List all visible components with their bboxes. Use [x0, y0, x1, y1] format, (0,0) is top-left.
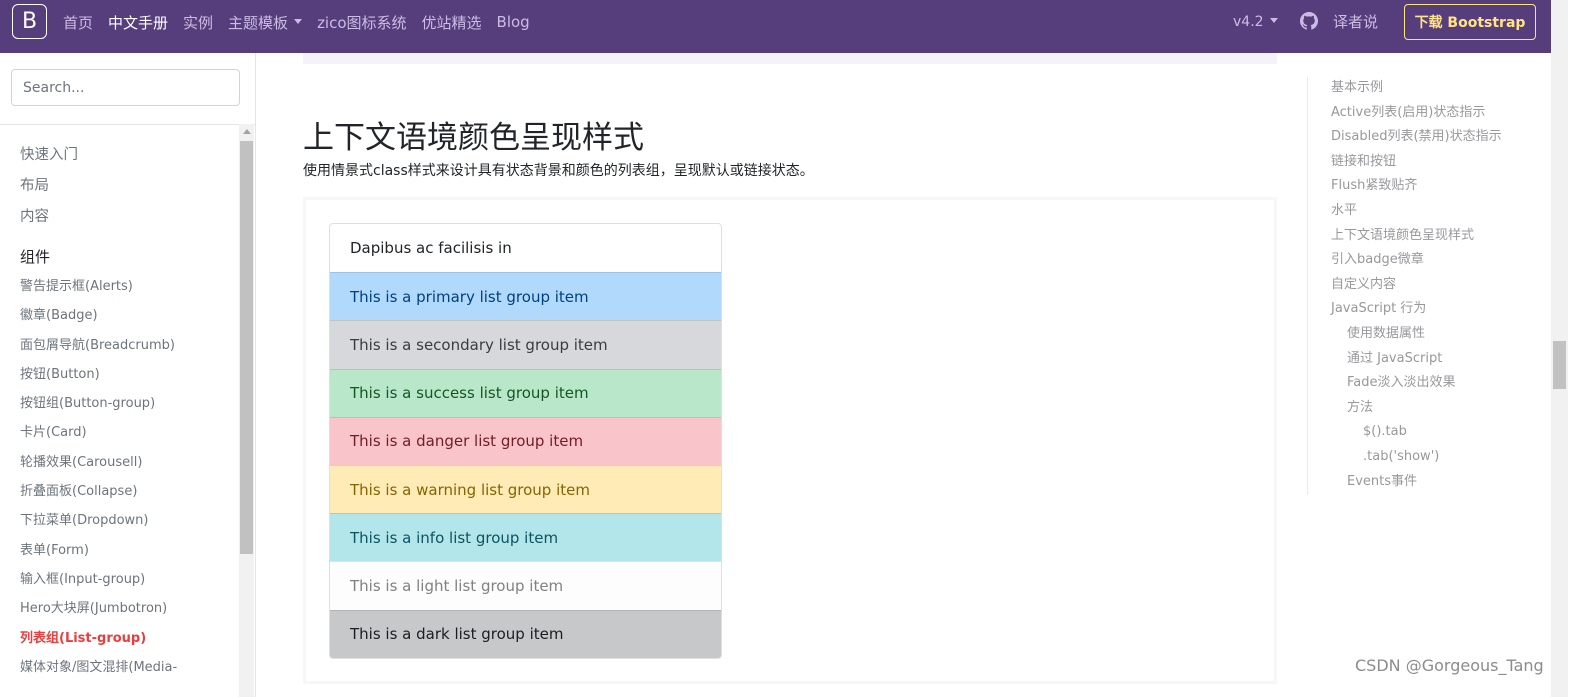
- toc-link[interactable]: 水平: [1331, 201, 1546, 226]
- list-group-item: This is a dark list group item: [330, 609, 721, 658]
- toc-link[interactable]: 通过 JavaScript: [1331, 349, 1546, 374]
- sidebar-nav: 快速入门 布局 内容组件 警告提示框(Alerts) 徽章(Badge) 面包屑导航(Br…: [20, 145, 235, 688]
- search-input[interactable]: Search...: [11, 69, 240, 106]
- toc-link[interactable]: $().tab: [1331, 422, 1546, 447]
- docs-sidebar: Search... 快速入门 布局 内容组件 警告提示框(Alerts) 徽章(Badg…: [0, 53, 256, 697]
- toc-link[interactable]: 引入badge微章: [1331, 250, 1546, 275]
- list-group-item: This is a success list group item: [330, 368, 721, 417]
- watermark: CSDN @Gorgeous_Tang: [1355, 656, 1544, 675]
- scroll-up-arrow-icon[interactable]: [243, 129, 251, 134]
- nav-link-label: 实例: [183, 13, 214, 32]
- list-group-item: This is a warning list group item: [330, 464, 721, 514]
- page-scrollbar[interactable]: [1551, 0, 1568, 697]
- sidebar-item[interactable]: 徽章(Badge): [20, 307, 235, 336]
- sidebar-item[interactable]: 轮播效果(Carousell): [20, 454, 235, 483]
- toc-link[interactable]: 使用数据属性: [1331, 324, 1546, 349]
- nav-link[interactable]: 优站精选: [422, 12, 482, 33]
- toc-link[interactable]: .tab('show'): [1331, 447, 1546, 472]
- bootstrap-logo[interactable]: B: [12, 4, 47, 39]
- toc-border: [1307, 77, 1308, 495]
- sidebar-item[interactable]: 媒体对象/图文混排(Media-: [20, 659, 235, 688]
- sidebar-item[interactable]: 警告提示框(Alerts): [20, 278, 235, 307]
- list-group-item: This is a secondary list group item: [330, 320, 721, 369]
- nav-link[interactable]: zico图标系统: [317, 12, 406, 33]
- nav-link-label: 首页: [63, 13, 94, 32]
- sidebar-scroll-thumb[interactable]: [240, 141, 253, 554]
- toc-link[interactable]: 链接和按钮: [1331, 152, 1546, 177]
- toc-link[interactable]: 上下文语境颜色呈现样式: [1331, 226, 1546, 251]
- nav-link-label: 优站精选: [421, 13, 482, 32]
- list-group-item: This is a info list group item: [330, 513, 721, 562]
- sidebar-section-link[interactable]: 布局: [20, 176, 235, 207]
- nav-link-label: 主题模板: [228, 13, 289, 32]
- toc-link[interactable]: 方法: [1331, 398, 1546, 423]
- top-navbar: B 首页 中文手册 实例 主题模板 zico图标系统 优站精选 Blog v4.2 译者说 …: [0, 0, 1551, 53]
- sidebar-divider: [0, 124, 256, 125]
- previous-example-box: [303, 53, 1277, 64]
- main-nav: 首页 中文手册 实例 主题模板 zico图标系统 优站精选 Blog: [63, 0, 545, 44]
- sidebar-item[interactable]: 卡片(Card): [20, 424, 235, 453]
- list-group-item: This is a light list group item: [330, 561, 721, 610]
- translator-link[interactable]: 译者说: [1333, 11, 1378, 32]
- version-label: v4.2: [1233, 14, 1264, 30]
- download-bootstrap-button[interactable]: 下载 Bootstrap: [1404, 4, 1536, 40]
- toc-link[interactable]: Disabled列表(禁用)状态指示: [1331, 127, 1546, 152]
- version-dropdown[interactable]: v4.2: [1233, 0, 1278, 44]
- nav-link[interactable]: 首页: [63, 12, 93, 33]
- sidebar-item[interactable]: 表单(Form): [20, 542, 235, 571]
- nav-link[interactable]: 中文手册: [108, 12, 168, 33]
- toc-link[interactable]: 自定义内容: [1331, 275, 1546, 300]
- nav-link-label: Blog: [496, 13, 530, 31]
- toc-link[interactable]: Events事件: [1331, 472, 1546, 497]
- table-of-contents: 基本示例 Active列表(启用)状态指示 Disabled列表(禁用)状态指示 链接…: [1331, 78, 1546, 496]
- list-group-item: This is a primary list group item: [330, 272, 721, 321]
- chevron-down-icon: [1269, 17, 1278, 23]
- sidebar-section-link[interactable]: 内容: [20, 207, 235, 238]
- chevron-down-icon: [294, 18, 303, 24]
- sidebar-item[interactable]: 按钮组(Button-group): [20, 395, 235, 424]
- sidebar-scrollbar[interactable]: [239, 124, 254, 697]
- sidebar-item[interactable]: Hero大块屏(Jumbotron): [20, 600, 235, 629]
- sidebar-item[interactable]: 输入框(Input-group): [20, 571, 235, 600]
- nav-link[interactable]: 实例: [183, 12, 213, 33]
- toc-link[interactable]: JavaScript 行为: [1331, 299, 1546, 324]
- toc-link[interactable]: Flush紧致贴齐: [1331, 176, 1546, 201]
- nav-link[interactable]: Blog: [497, 13, 530, 31]
- toc-link[interactable]: Active列表(启用)状态指示: [1331, 103, 1546, 128]
- list-group-item: Dapibus ac facilisis in: [330, 224, 721, 273]
- sidebar-item[interactable]: 按钮(Button): [20, 366, 235, 395]
- section-title: 上下文语境颜色呈现样式: [303, 120, 644, 156]
- sidebar-item[interactable]: 下拉菜单(Dropdown): [20, 512, 235, 541]
- section-description: 使用情景式class样式来设计具有状态背景和颜色的列表组，呈现默认或链接状态。: [303, 163, 814, 179]
- sidebar-section-link[interactable]: 快速入门: [20, 145, 235, 176]
- list-group-item: This is a danger list group item: [330, 416, 721, 465]
- toc-link[interactable]: 基本示例: [1331, 78, 1546, 103]
- page-scroll-thumb[interactable]: [1553, 341, 1566, 389]
- nav-link-label: zico图标系统: [317, 13, 407, 32]
- nav-link[interactable]: 主题模板: [228, 12, 303, 33]
- sidebar-item[interactable]: 列表组(List-group): [20, 630, 235, 659]
- nav-link-label: 中文手册: [108, 13, 169, 32]
- contextual-list-group: Dapibus ac facilisis in This is a primary…: [329, 223, 722, 659]
- sidebar-item[interactable]: 面包屑导航(Breadcrumb): [20, 337, 235, 366]
- sidebar-section-title[interactable]: 组件: [20, 247, 235, 278]
- github-icon[interactable]: [1300, 12, 1318, 30]
- toc-link[interactable]: Fade淡入淡出效果: [1331, 373, 1546, 398]
- sidebar-item[interactable]: 折叠面板(Collapse): [20, 483, 235, 512]
